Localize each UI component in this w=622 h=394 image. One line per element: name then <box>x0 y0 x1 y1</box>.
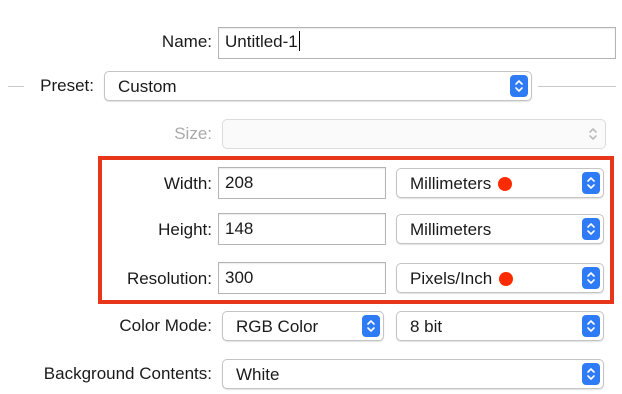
background-contents-label: Background Contents: <box>43 364 212 383</box>
chevron-updown-icon <box>582 363 600 385</box>
name-value: Untitled-1 <box>225 32 298 51</box>
preset-divider-right <box>538 86 616 87</box>
chevron-updown-icon <box>582 267 600 289</box>
chevron-updown-icon <box>510 75 528 97</box>
preset-divider-left <box>8 86 24 87</box>
color-mode-label: Color Mode: <box>119 316 212 335</box>
color-mode-select[interactable]: RGB Color <box>222 311 384 341</box>
background-contents-select[interactable]: White <box>222 359 604 389</box>
chevron-updown-icon <box>584 123 602 145</box>
width-unit-value: Millimeters <box>410 173 492 193</box>
size-label: Size: <box>174 124 212 143</box>
resolution-value: 300 <box>225 268 254 287</box>
resolution-input[interactable]: 300 <box>218 262 386 294</box>
height-unit-select[interactable]: Millimeters <box>396 214 604 244</box>
bit-depth-value: 8 bit <box>410 316 443 336</box>
resolution-unit-select[interactable]: Pixels/Inch <box>396 263 604 293</box>
chevron-updown-icon <box>582 172 600 194</box>
width-input[interactable]: 208 <box>218 167 386 199</box>
color-mode-value: RGB Color <box>236 316 319 336</box>
width-label: Width: <box>163 174 212 193</box>
size-select <box>222 119 606 149</box>
name-label: Name: <box>161 32 212 51</box>
chevron-updown-icon <box>362 315 380 337</box>
background-contents-value: White <box>236 364 280 384</box>
text-cursor <box>298 31 300 51</box>
height-value: 148 <box>225 219 254 238</box>
resolution-label: Resolution: <box>126 269 212 288</box>
chevron-updown-icon <box>582 218 600 240</box>
preset-value: Custom <box>118 76 177 96</box>
height-label: Height: <box>158 220 212 239</box>
preset-select[interactable]: Custom <box>104 71 532 101</box>
resolution-unit-value: Pixels/Inch <box>410 268 493 288</box>
width-value: 208 <box>225 173 254 192</box>
chevron-updown-icon <box>582 315 600 337</box>
preset-label: Preset: <box>40 76 94 95</box>
red-dot-marker <box>498 176 513 191</box>
height-unit-value: Millimeters <box>410 219 492 239</box>
height-input[interactable]: 148 <box>218 213 386 245</box>
bit-depth-select[interactable]: 8 bit <box>396 311 604 341</box>
red-dot-marker <box>499 271 514 286</box>
width-unit-select[interactable]: Millimeters <box>396 168 604 198</box>
name-input[interactable]: Untitled-1 <box>218 27 616 59</box>
